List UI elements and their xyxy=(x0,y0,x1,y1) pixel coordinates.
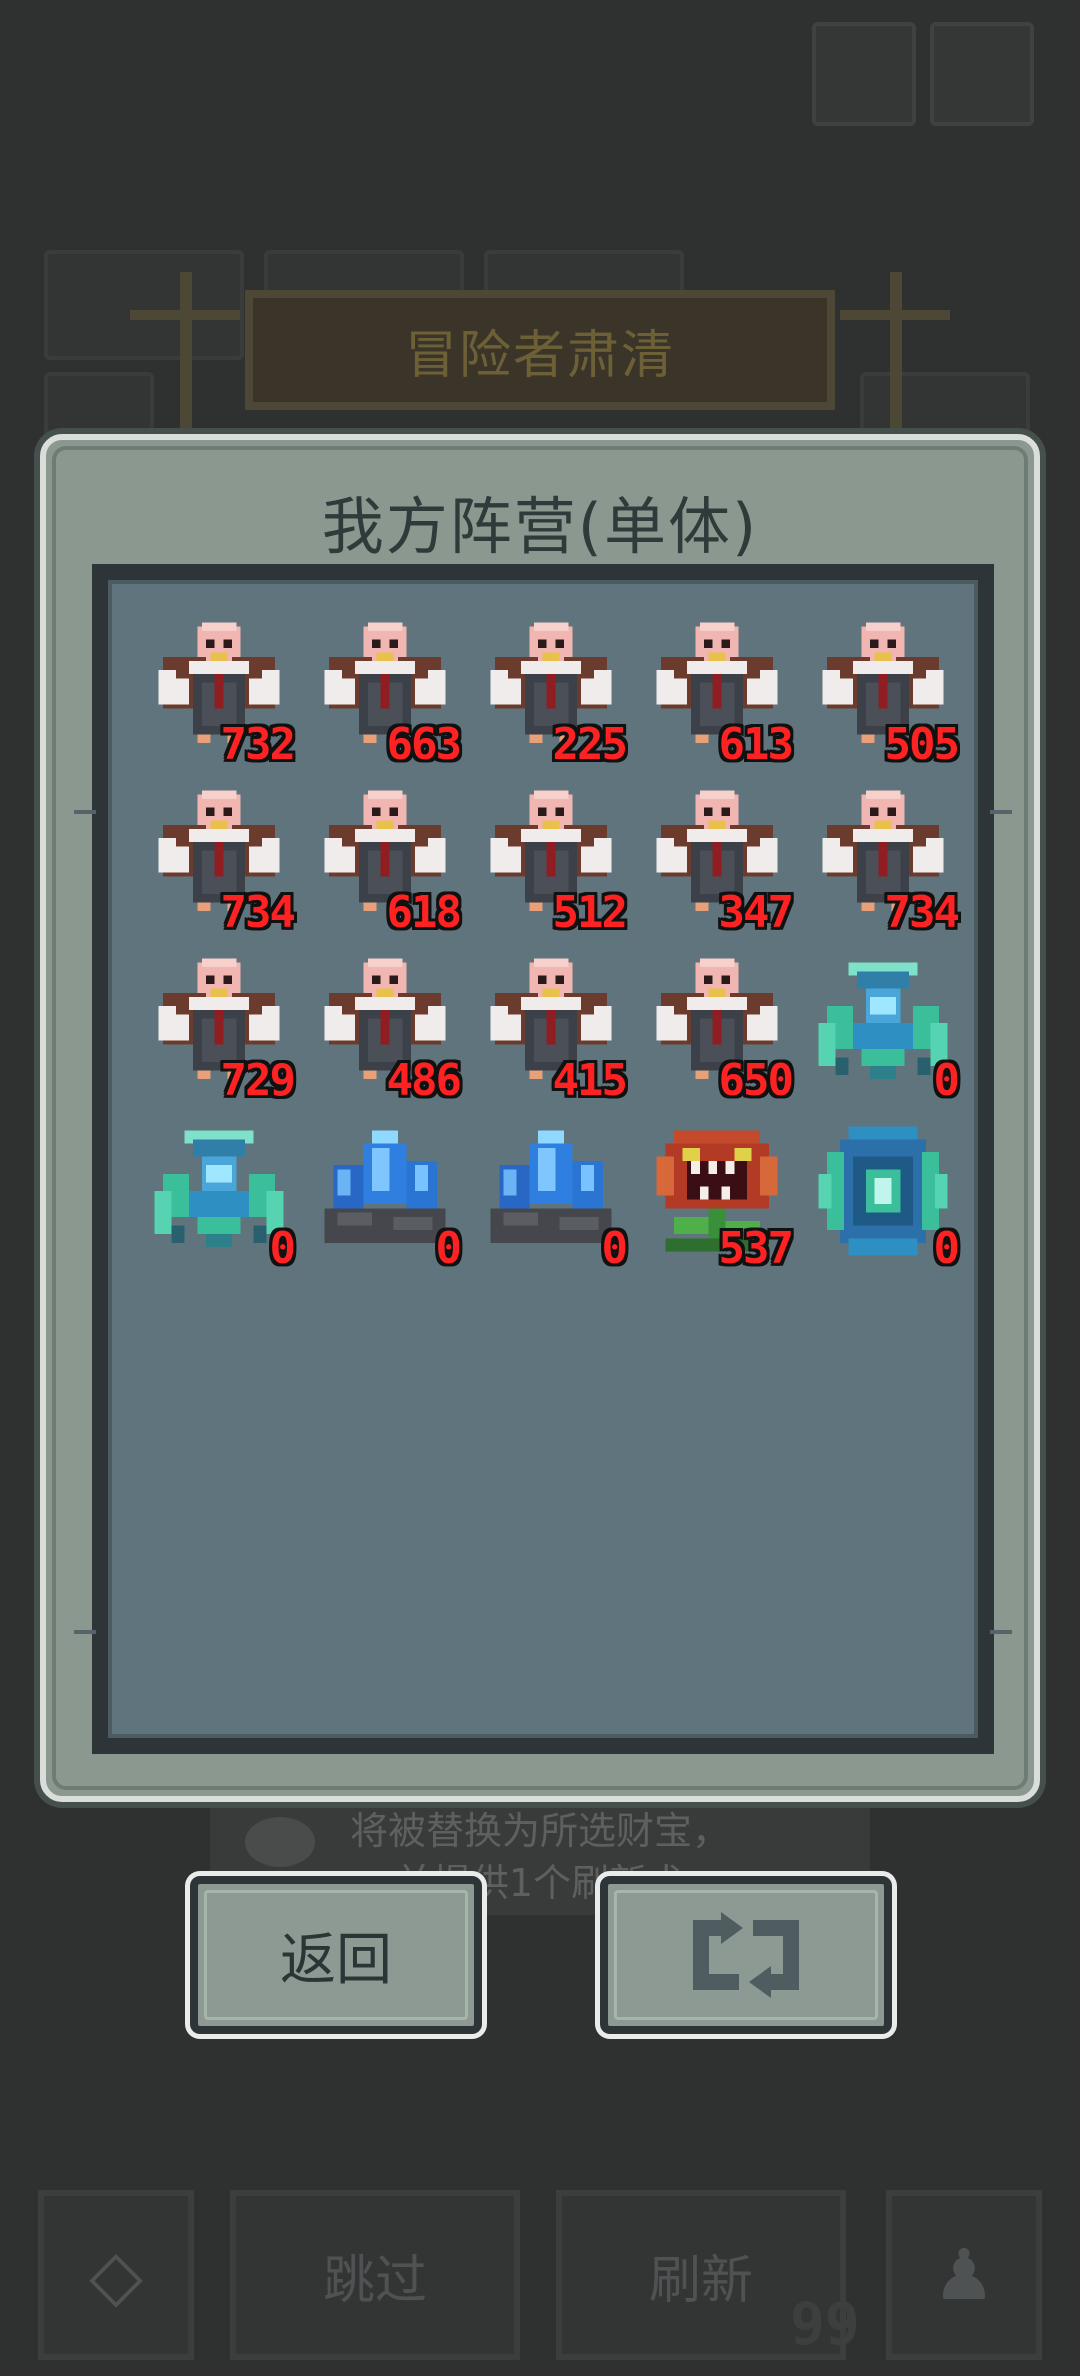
unit-count: 663 xyxy=(386,719,462,770)
unit-count: 415 xyxy=(552,1055,628,1106)
back-button-label: 返回 xyxy=(280,1927,392,1993)
back-button[interactable]: 返回 xyxy=(190,1876,482,2034)
crystal-totem-icon xyxy=(818,1126,948,1256)
unit-count: 0 xyxy=(269,1223,296,1274)
background-gem-button: ◇ xyxy=(38,2190,194,2360)
background-banner-title: 冒险者肃清 xyxy=(245,290,835,410)
unit-count: 512 xyxy=(552,887,628,938)
unit-slot[interactable]: 650 xyxy=(634,944,800,1112)
unit-count: 729 xyxy=(220,1055,296,1106)
unit-count: 0 xyxy=(933,1055,960,1106)
unit-slot[interactable]: 0 xyxy=(468,1112,634,1280)
unit-count: 613 xyxy=(718,719,794,770)
unit-slot[interactable]: 512 xyxy=(468,776,634,944)
unit-count: 650 xyxy=(718,1055,794,1106)
unit-slot[interactable]: 729 xyxy=(136,944,302,1112)
crystal-rock-icon xyxy=(490,1130,612,1243)
background-menu-button xyxy=(812,22,916,126)
unit-count: 732 xyxy=(220,719,296,770)
unit-slot[interactable]: 663 xyxy=(302,608,468,776)
background-settings-button xyxy=(930,22,1034,126)
background-profile-button: ♟ xyxy=(886,2190,1042,2360)
unit-count: 347 xyxy=(718,887,794,938)
unit-slot[interactable]: 537 xyxy=(634,1112,800,1280)
unit-count: 0 xyxy=(601,1223,628,1274)
unit-slot[interactable]: 347 xyxy=(634,776,800,944)
unit-count: 0 xyxy=(435,1223,462,1274)
unit-slot[interactable]: 225 xyxy=(468,608,634,776)
unit-slot[interactable]: 0 xyxy=(302,1112,468,1280)
unit-count: 734 xyxy=(884,887,960,938)
refresh-arrows-icon xyxy=(693,1912,799,1998)
unit-slot[interactable]: 505 xyxy=(800,608,966,776)
crystal-turret-icon xyxy=(154,1130,284,1248)
unit-slot[interactable]: 734 xyxy=(136,776,302,944)
unit-count: 505 xyxy=(884,719,960,770)
unit-count: 486 xyxy=(386,1055,462,1106)
unit-grid: 732 663 225 613 505 734 618 512 347 734 … xyxy=(136,608,966,1280)
unit-count: 734 xyxy=(220,887,296,938)
background-skip-button: 跳过 xyxy=(230,2190,520,2360)
gem-icon: ◇ xyxy=(89,2234,143,2316)
unit-slot[interactable]: 734 xyxy=(800,776,966,944)
unit-slot[interactable]: 0 xyxy=(136,1112,302,1280)
crystal-turret-icon xyxy=(818,962,948,1080)
egg-icon xyxy=(245,1817,315,1867)
dialog-title: 我方阵营(单体) xyxy=(321,490,759,563)
background-card xyxy=(44,250,244,360)
unit-grid-area: 732 663 225 613 505 734 618 512 347 734 … xyxy=(74,564,1012,1754)
unit-slot[interactable]: 613 xyxy=(634,608,800,776)
unit-count: 618 xyxy=(386,887,462,938)
person-icon: ♟ xyxy=(932,2234,996,2316)
unit-slot[interactable]: 732 xyxy=(136,608,302,776)
crystal-rock-icon xyxy=(324,1130,446,1243)
unit-slot[interactable]: 0 xyxy=(800,1112,966,1280)
swap-button[interactable] xyxy=(600,1876,892,2034)
camp-dialog: 我方阵营(单体) 732 663 225 613 505 734 618 512… xyxy=(40,434,1040,1802)
unit-slot[interactable]: 0 xyxy=(800,944,966,1112)
background-refresh-count: 99 xyxy=(790,2290,860,2358)
unit-count: 225 xyxy=(552,719,628,770)
unit-slot[interactable]: 618 xyxy=(302,776,468,944)
unit-slot[interactable]: 415 xyxy=(468,944,634,1112)
unit-count: 0 xyxy=(933,1223,960,1274)
unit-slot[interactable]: 486 xyxy=(302,944,468,1112)
unit-count: 537 xyxy=(718,1223,794,1274)
